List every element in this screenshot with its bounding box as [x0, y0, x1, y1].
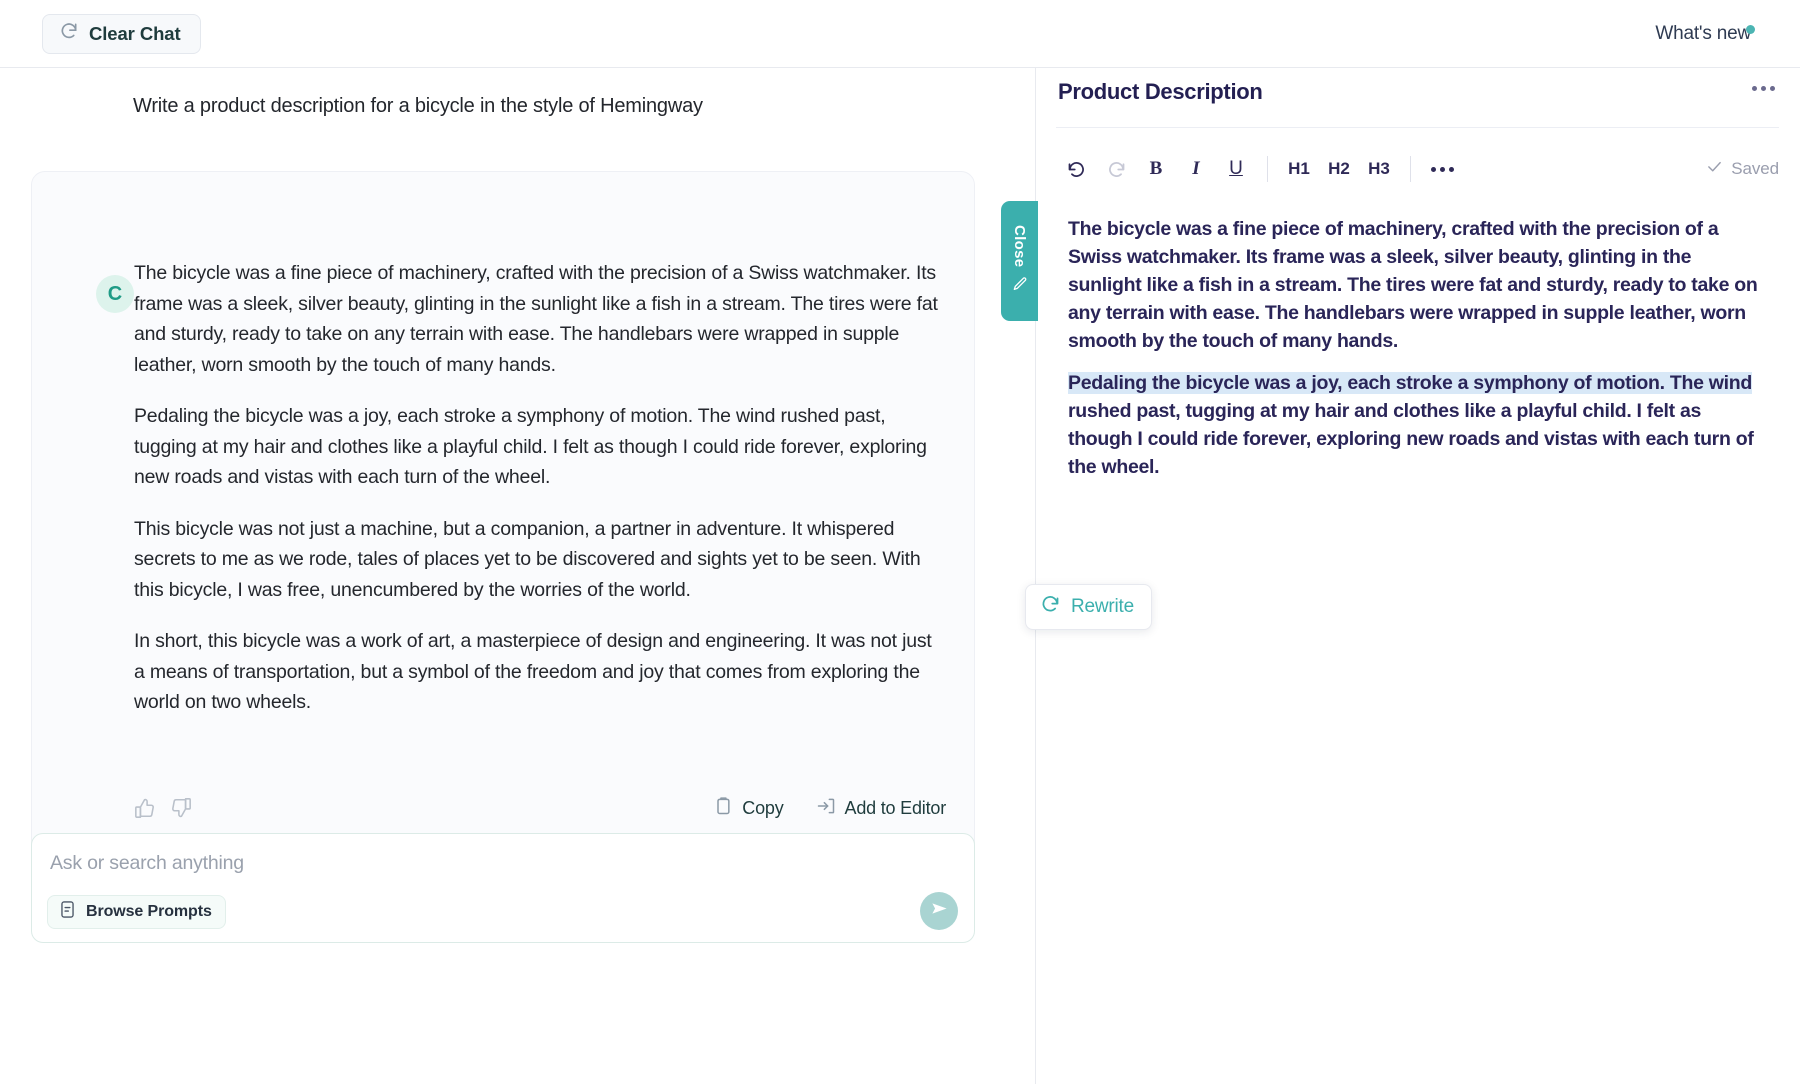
message-actions: Copy Add to Editor — [134, 792, 946, 824]
editor-more-menu[interactable] — [1752, 86, 1775, 91]
more-dots-icon — [1430, 166, 1454, 172]
thumbs-down-icon[interactable] — [170, 797, 192, 819]
browse-prompts-label: Browse Prompts — [86, 903, 212, 920]
whats-new-button[interactable]: What's new — [1655, 23, 1755, 45]
dot-icon — [1430, 166, 1436, 172]
save-status-label: Saved — [1731, 159, 1779, 178]
dot-icon — [1770, 86, 1775, 91]
heading-2-button[interactable]: H2 — [1319, 151, 1359, 187]
rewrite-button[interactable]: Rewrite — [1025, 584, 1153, 630]
close-editor-tab[interactable]: Close — [1001, 201, 1038, 321]
heading-3-button[interactable]: H3 — [1359, 151, 1399, 187]
main-stage: Write a product description for a bicycl… — [0, 68, 1800, 1084]
toolbar-more-button[interactable] — [1422, 151, 1462, 187]
copy-label: Copy — [742, 797, 784, 818]
add-to-editor-icon — [816, 796, 836, 821]
assistant-paragraph: The bicycle was a fine piece of machiner… — [134, 262, 938, 376]
underline-button[interactable]: U — [1216, 151, 1256, 187]
refresh-icon — [59, 21, 79, 46]
assistant-paragraph: This bicycle was not just a machine, but… — [134, 517, 921, 601]
dot-icon — [1448, 166, 1454, 172]
clear-chat-label: Clear Chat — [89, 22, 181, 44]
editor-paragraph: The bicycle was a fine piece of machiner… — [1068, 218, 1758, 352]
search-input[interactable] — [50, 852, 940, 875]
notification-dot-icon — [1746, 24, 1755, 34]
dot-icon — [1752, 86, 1757, 91]
toolbar-divider — [1410, 156, 1411, 182]
thumbs-up-icon[interactable] — [134, 797, 156, 819]
browse-prompts-button[interactable]: Browse Prompts — [47, 895, 226, 929]
editor-toolbar: B I U H1 H2 H3 Saved — [1056, 140, 1779, 198]
assistant-message-body: The bicycle was a fine piece of machiner… — [134, 258, 946, 718]
rewrite-icon — [1040, 594, 1061, 620]
toolbar-divider — [1267, 156, 1268, 182]
dot-icon — [1439, 166, 1445, 172]
check-icon — [1706, 158, 1723, 180]
bold-button[interactable]: B — [1136, 151, 1176, 187]
save-status: Saved — [1706, 158, 1779, 180]
assistant-paragraph: In short, this bicycle was a work of art… — [134, 630, 932, 713]
prompt-list-icon — [58, 900, 77, 924]
editor-divider — [1056, 127, 1779, 128]
assistant-paragraph: Pedaling the bicycle was a joy, each str… — [134, 405, 927, 488]
selected-text: Pedaling the bicycle was a joy, each str… — [1068, 372, 1752, 394]
add-to-editor-button[interactable]: Add to Editor — [816, 796, 946, 821]
editor-content[interactable]: The bicycle was a fine piece of machiner… — [1068, 215, 1768, 495]
close-tab-label: Close — [1011, 225, 1028, 268]
italic-button[interactable]: I — [1176, 151, 1216, 187]
chat-pane: Write a product description for a bicycl… — [0, 68, 1036, 1084]
add-to-editor-label: Add to Editor — [844, 797, 947, 818]
pencil-icon — [1012, 276, 1028, 297]
dot-icon — [1761, 86, 1766, 91]
composer: Browse Prompts — [31, 833, 975, 943]
send-icon — [930, 899, 949, 923]
whats-new-label: What's new — [1655, 22, 1751, 44]
editor-title: Product Description — [1058, 79, 1263, 104]
avatar: C — [96, 275, 134, 313]
vote-group — [134, 797, 192, 819]
editor-pane: Close Product Description B I U H1 H2 H3… — [1001, 68, 1800, 1084]
send-button[interactable] — [920, 892, 958, 930]
copy-button[interactable]: Copy — [713, 796, 784, 821]
rewrite-label: Rewrite — [1071, 596, 1135, 617]
message-action-links: Copy Add to Editor — [713, 796, 946, 821]
unselected-text: rushed past, tugging at my hair and clot… — [1068, 400, 1754, 478]
top-bar: Clear Chat What's new — [0, 0, 1800, 68]
heading-1-button[interactable]: H1 — [1279, 151, 1319, 187]
redo-button[interactable] — [1096, 151, 1136, 187]
copy-icon — [713, 796, 733, 821]
editor-paragraph-selected: Pedaling the bicycle was a joy, each str… — [1068, 369, 1768, 481]
assistant-message-card: C The bicycle was a fine piece of machin… — [31, 171, 975, 924]
clear-chat-button[interactable]: Clear Chat — [42, 13, 201, 54]
user-prompt-text: Write a product description for a bicycl… — [133, 95, 703, 117]
undo-button[interactable] — [1056, 151, 1096, 187]
